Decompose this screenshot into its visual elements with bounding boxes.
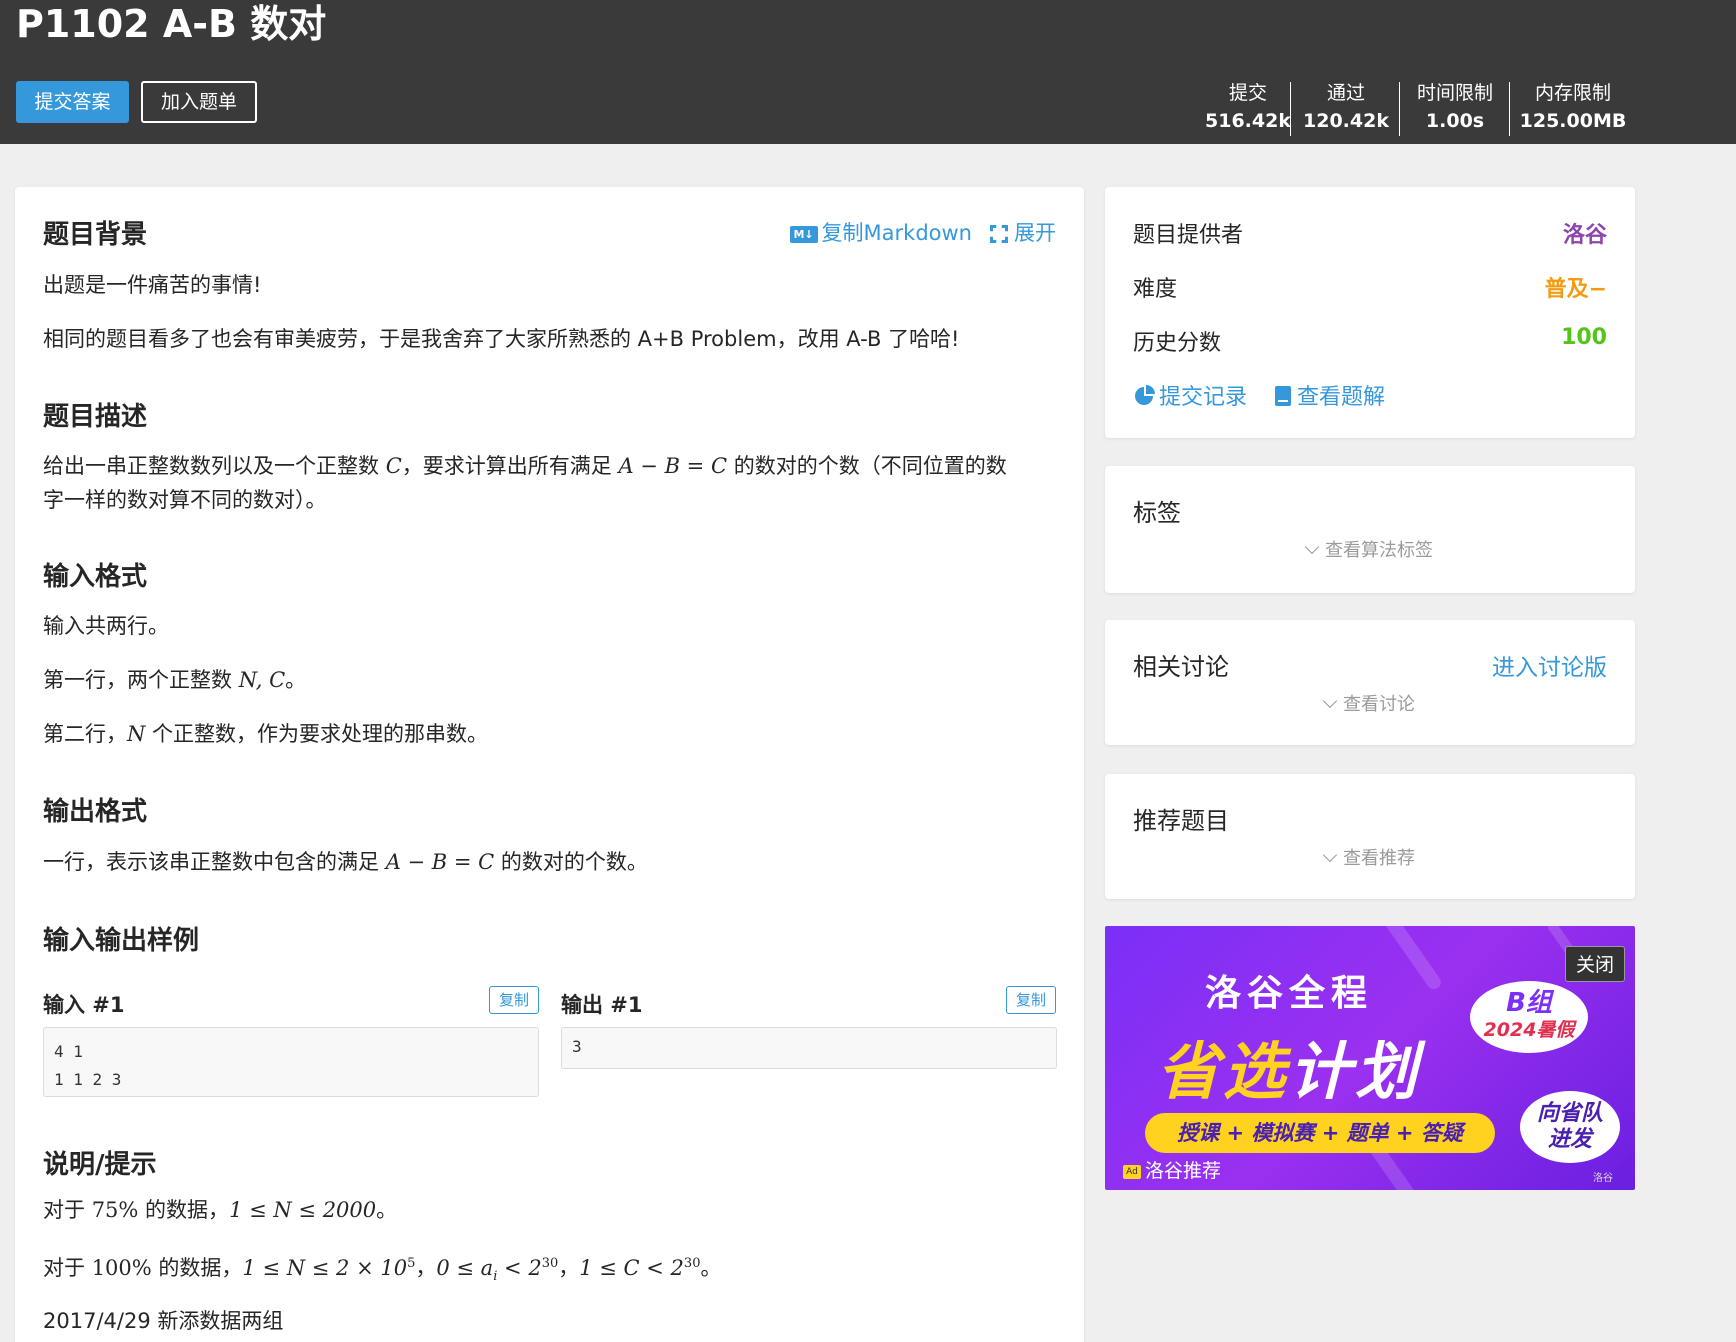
section-title-background: 题目背景	[43, 220, 148, 250]
section-title-output-format: 输出格式	[43, 797, 148, 827]
markdown-icon: M↓	[789, 225, 818, 243]
stat-submissions: 提交 516.42k	[1205, 82, 1291, 132]
recommend-title: 推荐题目	[1133, 807, 1229, 835]
statement-actions: M↓ 复制Markdown 展开	[789, 217, 1056, 247]
input-format-text: 输入共两行。	[43, 614, 169, 638]
sample-input-label: 输入 #1	[43, 993, 125, 1017]
stat-divider	[1290, 82, 1291, 136]
ad-plan: 省选计划	[1157, 1035, 1422, 1108]
view-tags-toggle[interactable]: 查看算法标签	[1105, 536, 1635, 562]
submission-records-link[interactable]: 提交记录	[1133, 379, 1247, 411]
copy-markdown-link[interactable]: M↓ 复制Markdown	[789, 217, 972, 247]
hint-text: 对于 75% 的数据，1 ≤ N ≤ 2000。	[43, 1198, 398, 1222]
input-format-text: 第一行，两个正整数 N, C。	[43, 668, 307, 692]
ad-watermark: 洛谷	[1593, 1173, 1613, 1184]
copy-output-button[interactable]: 复制	[1006, 986, 1056, 1014]
section-title-description: 题目描述	[43, 402, 148, 432]
output-format-text: 一行，表示该串正整数中包含的满足 A − B = C 的数对的个数。	[43, 850, 648, 874]
problem-statement-card: M↓ 复制Markdown 展开 题目背景 出题是一件痛苦的事情! 相同的题目看多…	[15, 187, 1084, 1342]
ad-brand: 洛谷全程	[1205, 973, 1374, 1014]
expand-link[interactable]: 展开	[990, 217, 1056, 247]
copy-input-button[interactable]: 复制	[489, 986, 539, 1014]
view-discussions-toggle[interactable]: 查看讨论	[1105, 690, 1635, 716]
section-title-samples: 输入输出样例	[43, 926, 200, 956]
close-ad-button[interactable]: 关闭	[1565, 946, 1625, 982]
add-to-list-button[interactable]: 加入题单	[141, 81, 257, 123]
chevron-down-icon	[1304, 539, 1320, 555]
info-links: 提交记录 查看题解	[1133, 379, 1607, 411]
provider-link[interactable]: 洛谷	[1563, 217, 1607, 249]
ad-label: Ad 洛谷推荐	[1123, 1156, 1221, 1183]
score-row: 历史分数 100	[1133, 325, 1607, 356]
discussions-card: 相关讨论 进入讨论版 查看讨论	[1105, 620, 1635, 745]
enter-discussion-link[interactable]: 进入讨论版	[1492, 648, 1607, 682]
expand-icon	[990, 225, 1008, 243]
difficulty-badge: 普及−	[1544, 277, 1607, 302]
provider-row: 题目提供者 洛谷	[1133, 217, 1607, 249]
page-title: P1102 A-B 数对	[16, 2, 327, 46]
ad-tag-icon: Ad	[1123, 1164, 1141, 1179]
stat-memory-limit: 内存限制 125.00MB	[1519, 82, 1627, 132]
ad-banner[interactable]: 洛谷全程 省选计划 B组 2024暑假 向省队 进发 授课 + 模拟赛 + 题单…	[1105, 926, 1635, 1190]
view-recommend-toggle[interactable]: 查看推荐	[1105, 844, 1635, 870]
input-format-text: 第二行，N 个正整数，作为要求处理的那串数。	[43, 722, 489, 746]
stat-time-limit: 时间限制 1.00s	[1416, 82, 1493, 132]
background-text: 相同的题目看多了也会有审美疲劳，于是我舍弃了大家所熟悉的 A+B Problem…	[43, 327, 960, 351]
ad-bubble-slogan: 向省队 进发	[1520, 1091, 1620, 1163]
book-icon	[1275, 386, 1292, 406]
history-score: 100	[1561, 325, 1607, 350]
pie-chart-icon	[1135, 385, 1155, 405]
background-text: 出题是一件痛苦的事情!	[43, 273, 262, 297]
section-title-hint: 说明/提示	[43, 1150, 157, 1180]
hint-text: 对于 100% 的数据，1 ≤ N ≤ 2 × 105，0 ≤ ai < 230…	[43, 1256, 722, 1285]
ad-features-bar: 授课 + 模拟赛 + 题单 + 答疑	[1145, 1113, 1495, 1153]
sample-output-box[interactable]: 3	[561, 1027, 1057, 1069]
hint-note: 2017/4/29 新添数据两组	[43, 1309, 284, 1333]
discussions-title: 相关讨论	[1133, 653, 1229, 681]
description-text: 字一样的数对算不同的数对）。	[43, 488, 327, 512]
chevron-down-icon	[1322, 847, 1338, 863]
chevron-down-icon	[1322, 693, 1338, 709]
stat-divider	[1509, 82, 1510, 136]
recommend-card: 推荐题目 查看推荐	[1105, 774, 1635, 899]
sample-input-box[interactable]: 4 1 1 1 2 3	[43, 1027, 539, 1097]
ad-bubble-group: B组 2024暑假	[1470, 981, 1588, 1053]
description-text: 给出一串正整数数列以及一个正整数 C，要求计算出所有满足 A − B = C 的…	[43, 454, 1007, 478]
problem-info-card: 题目提供者 洛谷 难度 普及− 历史分数 100 提交记录 查看题解	[1105, 187, 1635, 438]
section-title-input-format: 输入格式	[43, 562, 148, 592]
stat-accepted: 通过 120.42k	[1303, 82, 1389, 132]
tags-card: 标签 查看算法标签	[1105, 466, 1635, 593]
difficulty-row: 难度 普及−	[1133, 271, 1607, 303]
sample-output-label: 输出 #1	[561, 993, 643, 1017]
submit-answer-button[interactable]: 提交答案	[16, 81, 129, 123]
problem-header: P1102 A-B 数对 提交答案 加入题单 提交 516.42k 通过 120…	[0, 0, 1736, 144]
view-solutions-link[interactable]: 查看题解	[1273, 379, 1385, 411]
tags-title: 标签	[1133, 499, 1181, 527]
